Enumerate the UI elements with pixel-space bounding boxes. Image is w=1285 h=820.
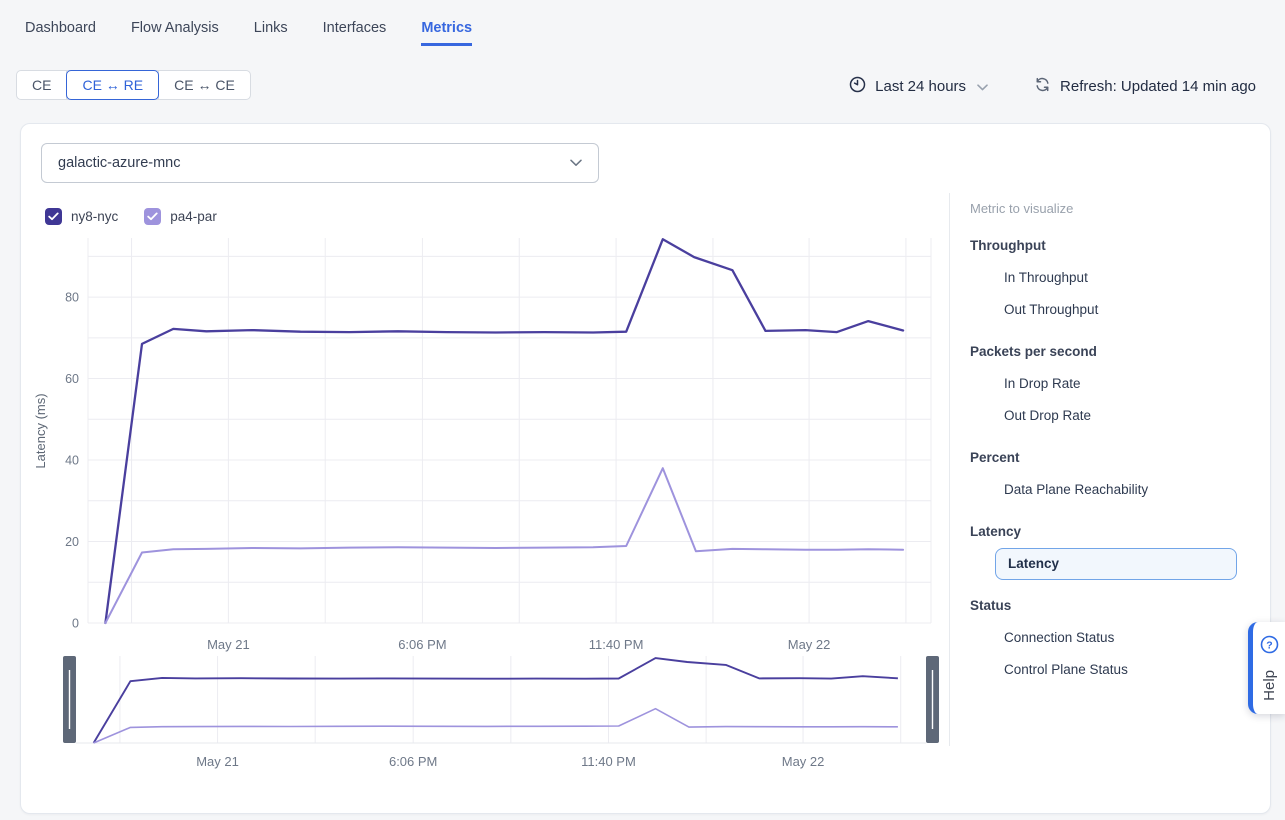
clock-icon xyxy=(849,76,866,97)
chevron-down-icon xyxy=(570,155,582,171)
metric-group-percent: Percent Data Plane Reachability xyxy=(970,450,1269,506)
y-tick-label: 40 xyxy=(65,454,79,468)
metric-group-latency: Latency Latency xyxy=(970,524,1269,580)
filter-tab-cere[interactable]: CE ↔ RE xyxy=(67,71,159,99)
time-range-selector[interactable]: Last 24 hours xyxy=(849,76,988,97)
mini-x-tick-label: 6:06 PM xyxy=(389,754,437,769)
metric-item-latency[interactable]: Latency xyxy=(995,548,1237,580)
nav-tab-flow-analysis[interactable]: Flow Analysis xyxy=(131,20,219,46)
metric-item-data-plane-reachability[interactable]: Data Plane Reachability xyxy=(1004,474,1269,506)
top-nav: Dashboard Flow Analysis Links Interfaces Met… xyxy=(25,20,472,46)
metric-item-out-throughput[interactable]: Out Throughput xyxy=(1004,294,1269,326)
filter-tab-ce[interactable]: CE xyxy=(17,71,67,99)
chevron-down-icon xyxy=(977,78,988,95)
mini-x-tick-label: May 22 xyxy=(782,754,825,769)
time-range-label: Last 24 hours xyxy=(875,78,966,95)
x-tick-label: 6:06 PM xyxy=(398,637,446,652)
metric-group-header: Status xyxy=(970,598,1269,614)
latency-chart: 0 20 40 60 80 Latency (ms) May 21 6:06 PM 11:40 … xyxy=(21,214,949,813)
device-select[interactable]: galactic-azure-mnc xyxy=(41,143,599,183)
metrics-panel: galactic-azure-mnc ny8-nycpa4-par 020406… xyxy=(20,123,1271,814)
metric-group-header: Throughput xyxy=(970,238,1269,254)
metric-group-status: Status Connection StatusControl Plane Sta… xyxy=(970,598,1269,686)
metric-item-in-drop-rate[interactable]: In Drop Rate xyxy=(1004,368,1269,400)
y-axis-title: Latency (ms) xyxy=(33,393,48,468)
refresh-control[interactable]: Refresh: Updated 14 min ago xyxy=(1034,76,1256,97)
metric-item-in-throughput[interactable]: In Throughput xyxy=(1004,262,1269,294)
y-tick-label: 60 xyxy=(65,372,79,386)
header-controls: Last 24 hours Refresh: Updated 14 min ag… xyxy=(849,76,1256,97)
sidebar-title: Metric to visualize xyxy=(970,201,1269,216)
filter-tab-group: CECE ↔ RECE ↔ CE xyxy=(16,70,251,100)
y-tick-label: 80 xyxy=(65,291,79,305)
nav-tab-links[interactable]: Links xyxy=(254,20,288,46)
metric-sidebar: Metric to visualize Throughput In Through… xyxy=(949,193,1269,746)
metric-item-out-drop-rate[interactable]: Out Drop Rate xyxy=(1004,400,1269,432)
svg-text:?: ? xyxy=(1266,639,1272,651)
device-select-value: galactic-azure-mnc xyxy=(58,155,181,171)
filter-tab-cece[interactable]: CE ↔ CE xyxy=(159,71,250,99)
help-label: Help xyxy=(1261,670,1278,701)
nav-tab-metrics[interactable]: Metrics xyxy=(421,20,472,46)
question-circle-icon: ? xyxy=(1260,635,1279,659)
metric-group-throughput: Throughput In ThroughputOut Throughput xyxy=(970,238,1269,326)
y-tick-label: 20 xyxy=(65,535,79,549)
help-button[interactable]: ? Help xyxy=(1248,622,1285,714)
refresh-icon xyxy=(1034,76,1051,97)
mini-pa4-par-line xyxy=(94,709,898,743)
metric-group-packets-per-second: Packets per second In Drop RateOut Drop R… xyxy=(970,344,1269,432)
metric-item-connection-status[interactable]: Connection Status xyxy=(1004,622,1269,654)
nav-tab-dashboard[interactable]: Dashboard xyxy=(25,20,96,46)
metric-group-header: Latency xyxy=(970,524,1269,540)
nav-tab-interfaces[interactable]: Interfaces xyxy=(323,20,387,46)
x-tick-label: 11:40 PM xyxy=(589,637,644,652)
refresh-status-label: Refresh: Updated 14 min ago xyxy=(1060,78,1256,95)
mini-x-tick-label: 11:40 PM xyxy=(581,754,636,769)
pa4-par-line xyxy=(105,468,903,623)
x-tick-label: May 22 xyxy=(788,637,831,652)
x-tick-label: May 21 xyxy=(207,637,250,652)
mini-ny8-nyc-line xyxy=(94,658,898,743)
mini-x-tick-label: May 21 xyxy=(196,754,239,769)
metric-group-header: Percent xyxy=(970,450,1269,466)
y-tick-label: 0 xyxy=(72,617,79,631)
metric-group-header: Packets per second xyxy=(970,344,1269,360)
metric-item-control-plane-status[interactable]: Control Plane Status xyxy=(1004,654,1269,686)
